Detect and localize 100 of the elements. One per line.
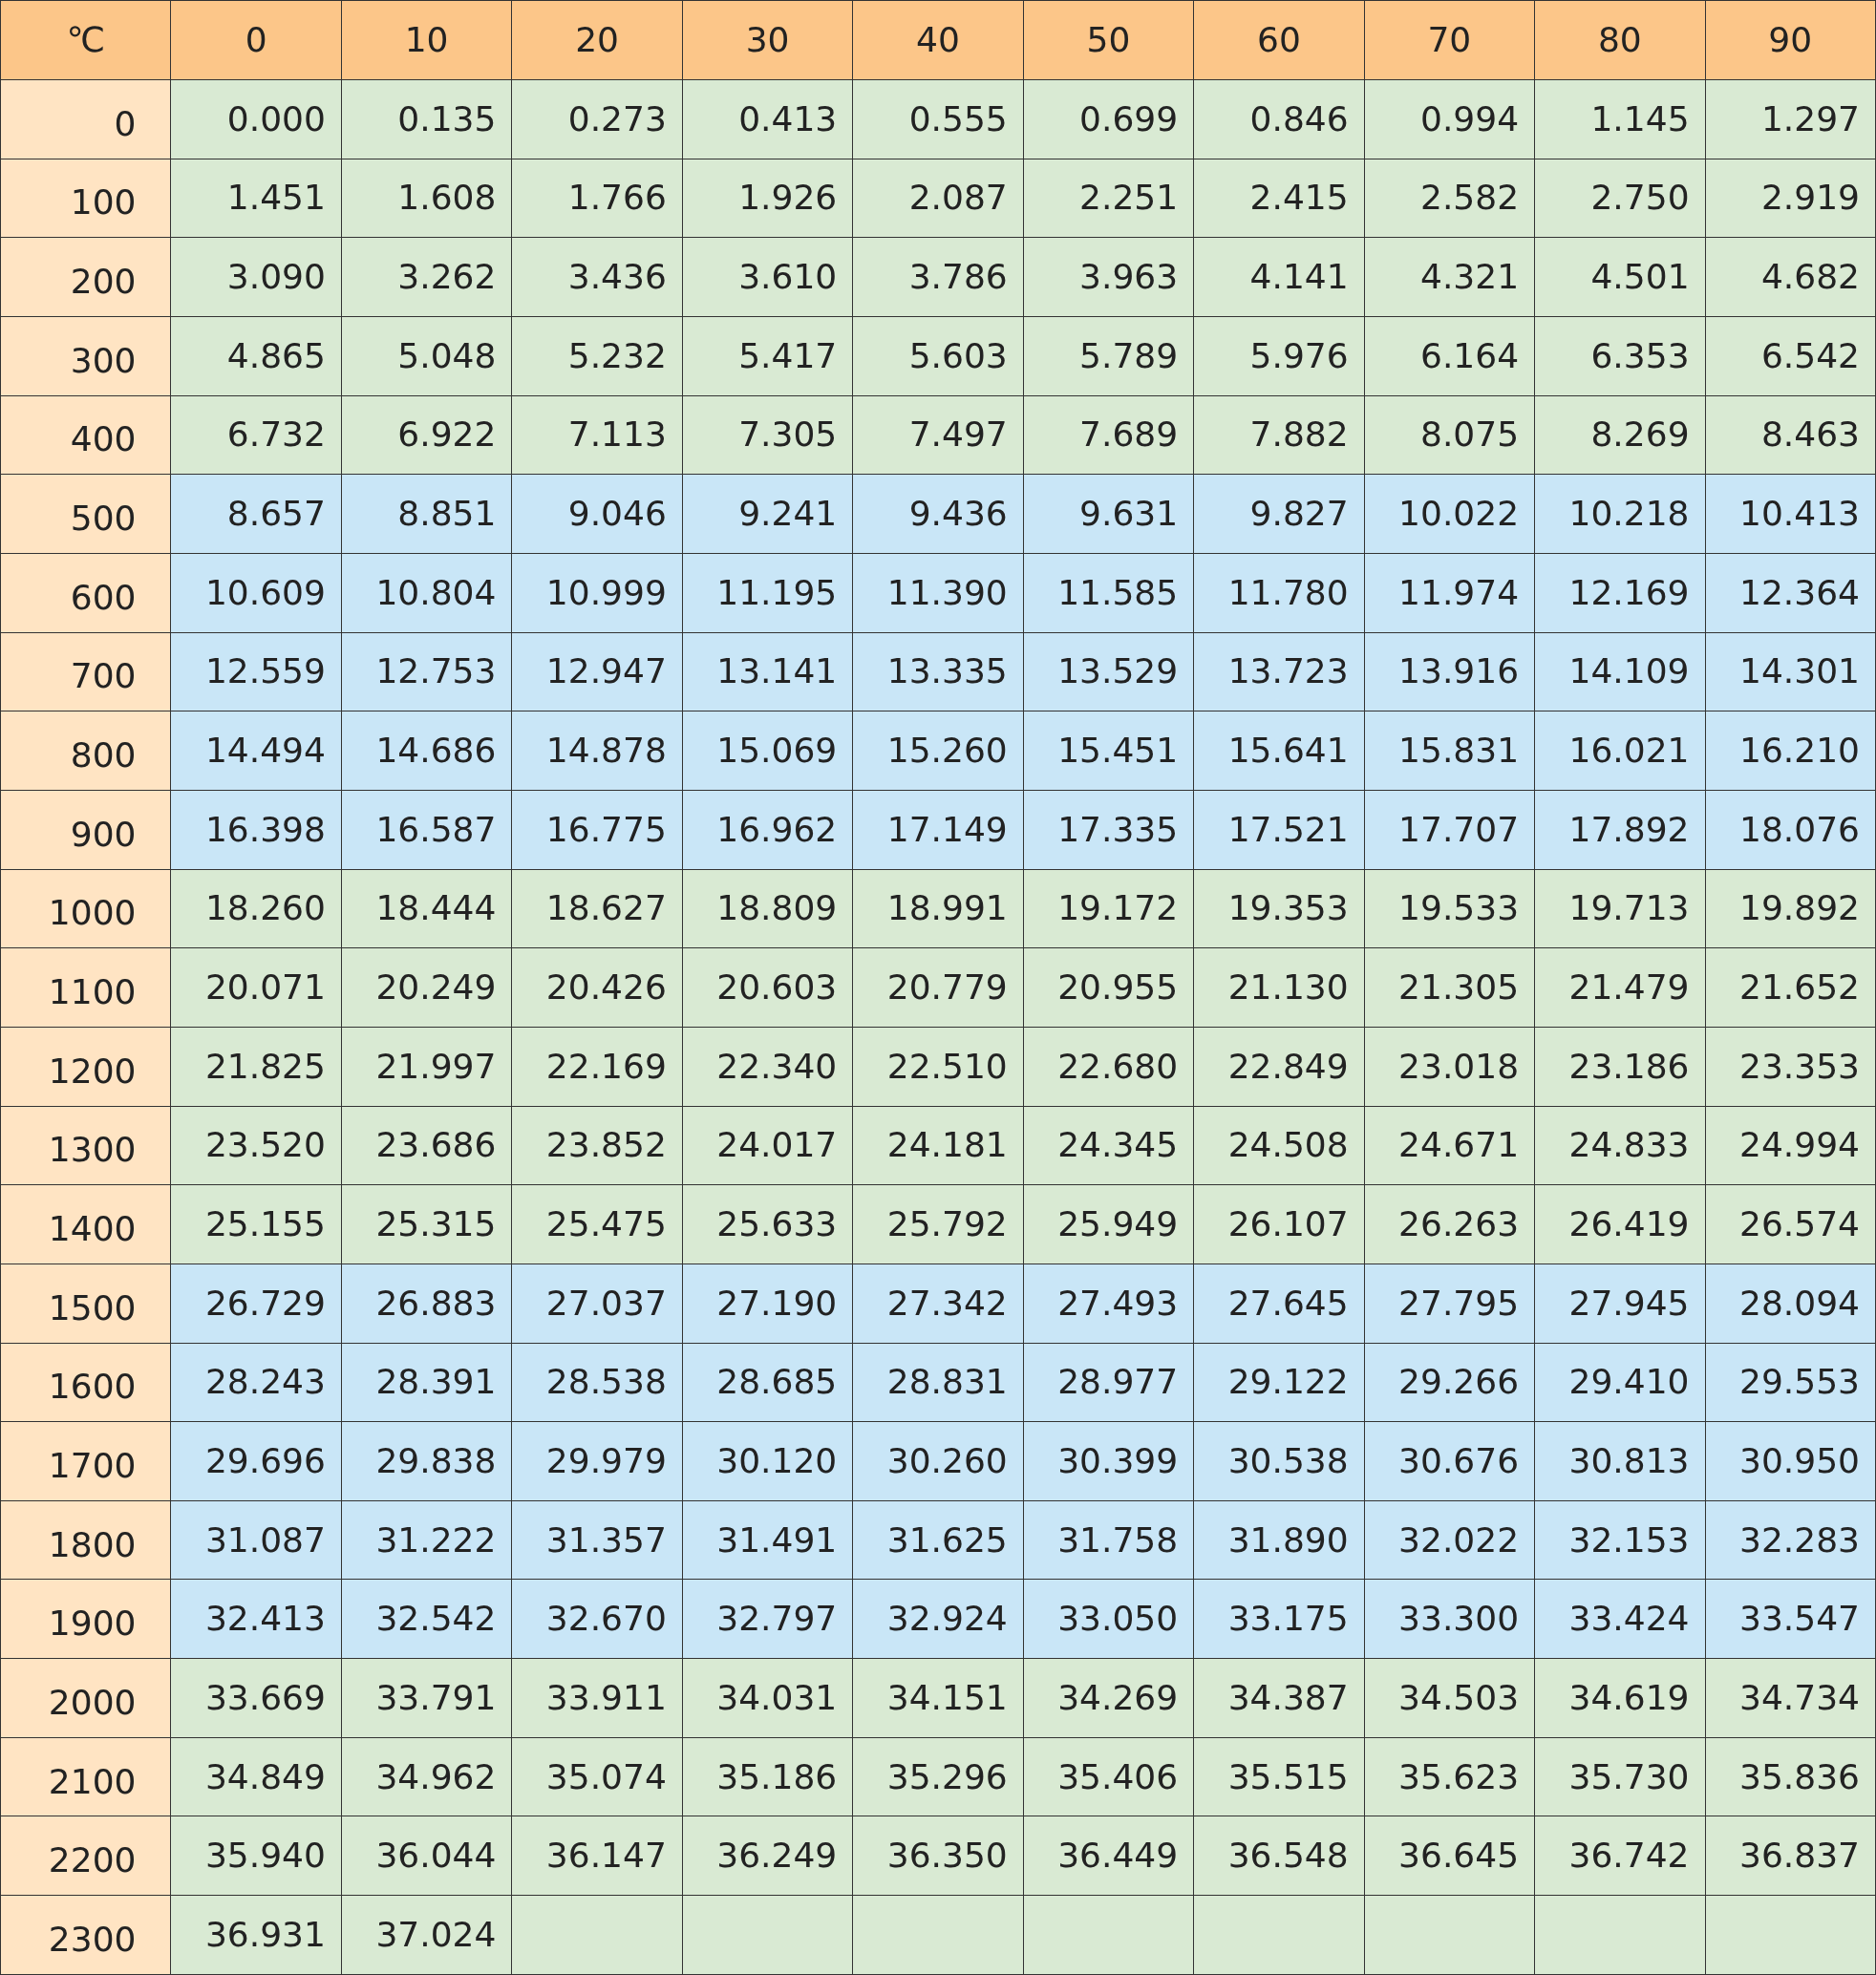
table-cell: 16.587 bbox=[341, 790, 512, 870]
row-header-cell: 1300 bbox=[0, 1106, 171, 1185]
table-cell: 25.949 bbox=[1023, 1184, 1194, 1264]
table-cell: 28.094 bbox=[1705, 1264, 1876, 1343]
table-cell: 13.335 bbox=[852, 632, 1024, 711]
header-cell: 40 bbox=[852, 0, 1024, 80]
table-cell: 2.750 bbox=[1534, 159, 1706, 238]
row-header-cell: 1800 bbox=[0, 1500, 171, 1580]
table-cell: 15.641 bbox=[1193, 711, 1365, 791]
table-cell: 27.945 bbox=[1534, 1264, 1706, 1343]
table-cell: 35.730 bbox=[1534, 1737, 1706, 1816]
table-cell: 25.315 bbox=[341, 1184, 512, 1264]
table-cell: 34.503 bbox=[1364, 1658, 1535, 1738]
table-cell: 3.262 bbox=[341, 237, 512, 317]
table-cell: 15.069 bbox=[682, 711, 853, 791]
table-cell: 24.508 bbox=[1193, 1106, 1365, 1185]
table-cell: 28.243 bbox=[170, 1343, 342, 1422]
table-cell: 29.410 bbox=[1534, 1343, 1706, 1422]
row-header-cell: 700 bbox=[0, 632, 171, 711]
table-cell: 20.603 bbox=[682, 947, 853, 1028]
table-cell: 1.145 bbox=[1534, 79, 1706, 159]
table-cell: 13.916 bbox=[1364, 632, 1535, 711]
row-header-cell: 2300 bbox=[0, 1895, 171, 1975]
table-cell: 2.251 bbox=[1023, 159, 1194, 238]
table-cell: 17.521 bbox=[1193, 790, 1365, 870]
table-cell: 14.301 bbox=[1705, 632, 1876, 711]
table-cell: 30.260 bbox=[852, 1421, 1024, 1501]
table-cell: 9.631 bbox=[1023, 474, 1194, 554]
table-cell: 10.804 bbox=[341, 553, 512, 633]
table-cell: 36.837 bbox=[1705, 1816, 1876, 1896]
table-cell: 7.689 bbox=[1023, 395, 1194, 475]
table-cell: 23.520 bbox=[170, 1106, 342, 1185]
row-header-cell: 2100 bbox=[0, 1737, 171, 1816]
table-cell: 26.263 bbox=[1364, 1184, 1535, 1264]
table-cell: 36.645 bbox=[1364, 1816, 1535, 1896]
table-cell: 2.087 bbox=[852, 159, 1024, 238]
table-cell: 34.619 bbox=[1534, 1658, 1706, 1738]
table-cell: 19.353 bbox=[1193, 869, 1365, 948]
table-cell: 13.141 bbox=[682, 632, 853, 711]
table-cell: 10.022 bbox=[1364, 474, 1535, 554]
table-cell: 33.424 bbox=[1534, 1579, 1706, 1659]
row-header-cell: 2000 bbox=[0, 1658, 171, 1738]
table-cell: 27.493 bbox=[1023, 1264, 1194, 1343]
table-cell: 27.645 bbox=[1193, 1264, 1365, 1343]
table-cell: 3.963 bbox=[1023, 237, 1194, 317]
row-header-cell: 400 bbox=[0, 395, 171, 475]
header-cell: 0 bbox=[170, 0, 342, 80]
row-header-cell: 2200 bbox=[0, 1816, 171, 1896]
header-cell: 10 bbox=[341, 0, 512, 80]
table-cell: 20.779 bbox=[852, 947, 1024, 1028]
table-cell: 24.671 bbox=[1364, 1106, 1535, 1185]
header-cell: 30 bbox=[682, 0, 853, 80]
table-cell: 27.037 bbox=[511, 1264, 683, 1343]
table-cell: 31.625 bbox=[852, 1500, 1024, 1580]
table-cell: 23.686 bbox=[341, 1106, 512, 1185]
table-cell: 8.851 bbox=[341, 474, 512, 554]
table-cell: 18.260 bbox=[170, 869, 342, 948]
row-header-cell: 0 bbox=[0, 79, 171, 159]
table-cell: 32.542 bbox=[341, 1579, 512, 1659]
table-cell: 34.269 bbox=[1023, 1658, 1194, 1738]
table-cell: 25.633 bbox=[682, 1184, 853, 1264]
table-cell: 5.048 bbox=[341, 316, 512, 396]
table-cell: 20.955 bbox=[1023, 947, 1194, 1028]
row-header-cell: 1600 bbox=[0, 1343, 171, 1422]
table-cell: 17.892 bbox=[1534, 790, 1706, 870]
table-cell: 27.795 bbox=[1364, 1264, 1535, 1343]
table-cell: 30.676 bbox=[1364, 1421, 1535, 1501]
table-cell: 15.260 bbox=[852, 711, 1024, 791]
table-cell: 29.696 bbox=[170, 1421, 342, 1501]
table-cell: 7.113 bbox=[511, 395, 683, 475]
table-cell: 5.417 bbox=[682, 316, 853, 396]
table-cell: 9.827 bbox=[1193, 474, 1365, 554]
table-cell: 16.021 bbox=[1534, 711, 1706, 791]
table-cell: 12.947 bbox=[511, 632, 683, 711]
table-cell: 35.836 bbox=[1705, 1737, 1876, 1816]
table-cell: 11.974 bbox=[1364, 553, 1535, 633]
row-header-cell: 1100 bbox=[0, 947, 171, 1028]
table-cell: 28.538 bbox=[511, 1343, 683, 1422]
table-cell: 18.809 bbox=[682, 869, 853, 948]
table-cell: 0.135 bbox=[341, 79, 512, 159]
table-cell: 32.022 bbox=[1364, 1500, 1535, 1580]
table-cell: 4.141 bbox=[1193, 237, 1365, 317]
table-cell: 32.797 bbox=[682, 1579, 853, 1659]
table-cell: 8.657 bbox=[170, 474, 342, 554]
table-cell: 25.792 bbox=[852, 1184, 1024, 1264]
table-cell: 21.305 bbox=[1364, 947, 1535, 1028]
table-cell: 34.387 bbox=[1193, 1658, 1365, 1738]
table-cell: 7.882 bbox=[1193, 395, 1365, 475]
table-cell: 29.553 bbox=[1705, 1343, 1876, 1422]
header-cell: 90 bbox=[1705, 0, 1876, 80]
table-cell: 10.999 bbox=[511, 553, 683, 633]
table-cell: 34.734 bbox=[1705, 1658, 1876, 1738]
table-cell: 19.172 bbox=[1023, 869, 1194, 948]
table-cell: 11.780 bbox=[1193, 553, 1365, 633]
table-cell: 0.413 bbox=[682, 79, 853, 159]
table-cell: 23.186 bbox=[1534, 1027, 1706, 1107]
table-cell: 0.699 bbox=[1023, 79, 1194, 159]
table-cell: 17.335 bbox=[1023, 790, 1194, 870]
table-cell: 3.090 bbox=[170, 237, 342, 317]
table-cell: 35.296 bbox=[852, 1737, 1024, 1816]
